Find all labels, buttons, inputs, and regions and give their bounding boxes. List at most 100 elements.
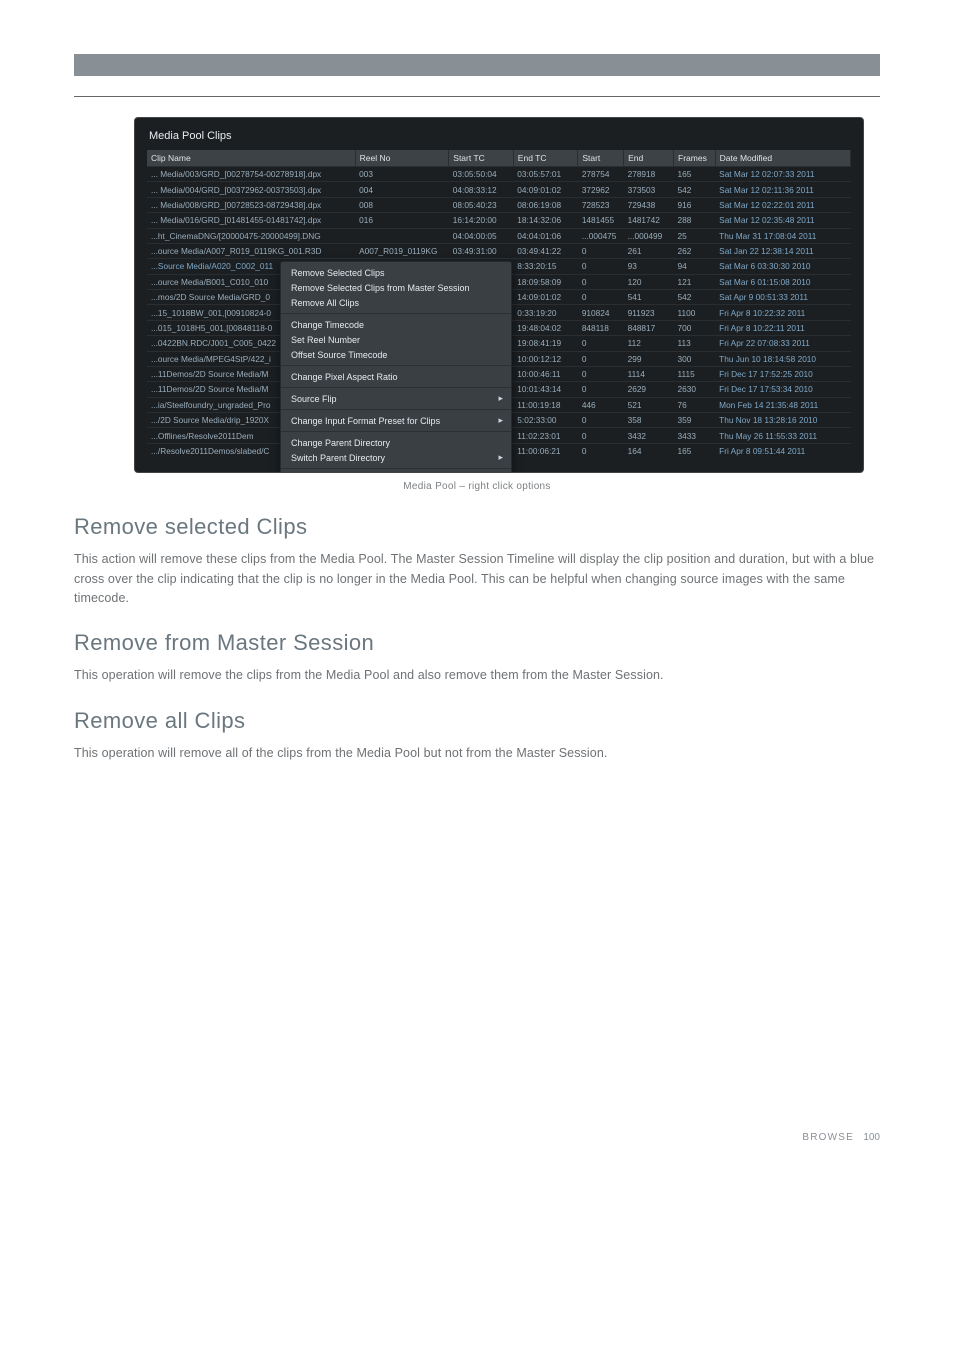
cell: 19:48:04:02 xyxy=(513,320,578,335)
menu-item[interactable]: Set Reel Number xyxy=(281,332,511,347)
col-reel-no[interactable]: Reel No xyxy=(355,150,449,167)
cell: 0 xyxy=(578,382,624,397)
cell: 848118 xyxy=(578,320,624,335)
cell: 0 xyxy=(578,366,624,381)
cell: 10:00:12:12 xyxy=(513,351,578,366)
table-row[interactable]: ...ht_CinemaDNG/[20000475-20000499].DNG0… xyxy=(147,228,851,243)
cell: 0 xyxy=(578,336,624,351)
cell: 0 xyxy=(578,274,624,289)
cell: 372962 xyxy=(578,182,624,197)
menu-item[interactable]: Change Pixel Aspect Ratio xyxy=(281,369,511,384)
cell: 25 xyxy=(674,228,716,243)
cell: 04:09:01:02 xyxy=(513,182,578,197)
col-end-tc[interactable]: End TC xyxy=(513,150,578,167)
menu-item[interactable]: Change Input Format Preset for Clips xyxy=(281,413,511,428)
cell: 288 xyxy=(674,213,716,228)
menu-item[interactable]: Remove Selected Clips from Master Sessio… xyxy=(281,280,511,295)
cell: 521 xyxy=(624,397,674,412)
cell: 446 xyxy=(578,397,624,412)
body-remove-master: This operation will remove the clips fro… xyxy=(74,666,880,685)
menu-item[interactable]: Change Parent Directory xyxy=(281,435,511,450)
cell: 700 xyxy=(674,320,716,335)
divider xyxy=(74,96,880,97)
cell: Sat Mar 6 01:15:08 2010 xyxy=(715,274,850,289)
cell: ... Media/004/GRD_[00372962-00373503].dp… xyxy=(147,182,355,197)
cell: 0 xyxy=(578,428,624,443)
col-clip-name[interactable]: Clip Name xyxy=(147,150,355,167)
context-menu[interactable]: Remove Selected ClipsRemove Selected Cli… xyxy=(280,261,512,473)
cell: 121 xyxy=(674,274,716,289)
cell: 542 xyxy=(674,182,716,197)
cell: Thu Jun 10 18:14:58 2010 xyxy=(715,351,850,366)
menu-divider xyxy=(281,431,511,432)
menu-item[interactable]: Source Flip xyxy=(281,391,511,406)
cell: ... Media/016/GRD_[01481455-01481742].dp… xyxy=(147,213,355,228)
cell: 165 xyxy=(674,167,716,182)
cell: 3432 xyxy=(624,428,674,443)
cell: 03:49:41:22 xyxy=(513,243,578,258)
cell: Fri Dec 17 17:53:34 2010 xyxy=(715,382,850,397)
table-header: Clip Name Reel No Start TC End TC Start … xyxy=(147,150,851,167)
cell: 0 xyxy=(578,290,624,305)
media-pool-screenshot: Media Pool Clips Clip Name Reel No Start… xyxy=(134,117,864,473)
col-frames[interactable]: Frames xyxy=(674,150,716,167)
cell: 1481455 xyxy=(578,213,624,228)
cell: 910824 xyxy=(578,305,624,320)
cell: A007_R019_0119KG xyxy=(355,243,449,258)
cell: Mon Feb 14 21:35:48 2011 xyxy=(715,397,850,412)
cell: 04:04:01:06 xyxy=(513,228,578,243)
cell: 0:33:19:20 xyxy=(513,305,578,320)
menu-item[interactable]: Remove All Clips xyxy=(281,295,511,310)
cell: 262 xyxy=(674,243,716,258)
menu-item[interactable]: Add Into Proxy Manager xyxy=(281,472,511,473)
cell: ...000475 xyxy=(578,228,624,243)
col-start[interactable]: Start xyxy=(578,150,624,167)
footer: BROWSE 100 xyxy=(74,1123,880,1143)
col-end[interactable]: End xyxy=(624,150,674,167)
cell: 94 xyxy=(674,259,716,274)
cell: 542 xyxy=(674,290,716,305)
menu-item[interactable]: Switch Parent Directory xyxy=(281,450,511,465)
menu-item[interactable]: Offset Source Timecode xyxy=(281,347,511,362)
cell: Sat Mar 12 02:11:36 2011 xyxy=(715,182,850,197)
cell: 11:00:19:18 xyxy=(513,397,578,412)
panel-title: Media Pool Clips xyxy=(149,130,851,142)
footer-page: 100 xyxy=(863,1132,880,1143)
cell: 1115 xyxy=(674,366,716,381)
cell: 93 xyxy=(624,259,674,274)
menu-item[interactable]: Change Timecode xyxy=(281,317,511,332)
cell: 18:14:32:06 xyxy=(513,213,578,228)
cell: 3433 xyxy=(674,428,716,443)
menu-item[interactable]: Remove Selected Clips xyxy=(281,265,511,280)
top-bar xyxy=(74,54,880,76)
cell: Sat Mar 6 03:30:30 2010 xyxy=(715,259,850,274)
table-row[interactable]: ... Media/016/GRD_[01481455-01481742].dp… xyxy=(147,213,851,228)
table-row[interactable]: ... Media/008/GRD_[00728523-08729438].dp… xyxy=(147,197,851,212)
cell: 916 xyxy=(674,197,716,212)
cell: Thu May 26 11:55:33 2011 xyxy=(715,428,850,443)
cell xyxy=(355,228,449,243)
cell: 299 xyxy=(624,351,674,366)
cell: 004 xyxy=(355,182,449,197)
cell: 14:09:01:02 xyxy=(513,290,578,305)
cell: 848817 xyxy=(624,320,674,335)
menu-divider xyxy=(281,468,511,469)
table-row[interactable]: ...ource Media/A007_R019_0119KG_001.R3DA… xyxy=(147,243,851,258)
menu-divider xyxy=(281,365,511,366)
table-row[interactable]: ... Media/003/GRD_[00278754-00278918].dp… xyxy=(147,167,851,182)
heading-remove-selected: Remove selected Clips xyxy=(74,514,880,540)
cell: 300 xyxy=(674,351,716,366)
col-start-tc[interactable]: Start TC xyxy=(449,150,514,167)
cell: 18:09:58:09 xyxy=(513,274,578,289)
cell: ...000499 xyxy=(624,228,674,243)
cell: Thu Mar 31 17:08:04 2011 xyxy=(715,228,850,243)
cell: 278918 xyxy=(624,167,674,182)
col-date-modified[interactable]: Date Modified xyxy=(715,150,850,167)
cell: 04:08:33:12 xyxy=(449,182,514,197)
cell: Sat Apr 9 00:51:33 2011 xyxy=(715,290,850,305)
cell: 1114 xyxy=(624,366,674,381)
cell: 03:05:57:01 xyxy=(513,167,578,182)
cell: Sat Mar 12 02:35:48 2011 xyxy=(715,213,850,228)
cell: ...ource Media/A007_R019_0119KG_001.R3D xyxy=(147,243,355,258)
table-row[interactable]: ... Media/004/GRD_[00372962-00373503].dp… xyxy=(147,182,851,197)
